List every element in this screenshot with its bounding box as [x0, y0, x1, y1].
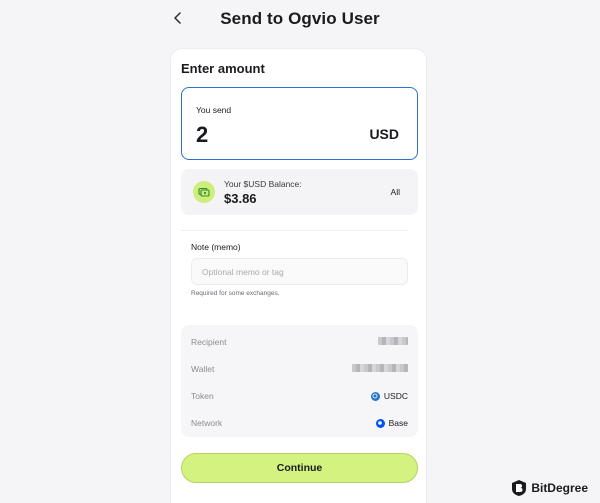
detail-row-network: Network Base [181, 414, 418, 434]
detail-row-token: Token USDC [181, 387, 418, 407]
balance-value: $3.86 [224, 191, 257, 206]
memo-input[interactable] [191, 258, 408, 285]
usdc-icon [370, 391, 380, 401]
continue-button[interactable]: Continue [181, 453, 418, 483]
memo-hint: Required for some exchanges. [191, 290, 280, 297]
detail-value: Base [375, 418, 408, 428]
section-title: Enter amount [181, 61, 265, 76]
detail-value: USDC [370, 391, 408, 401]
detail-label: Network [191, 418, 223, 428]
watermark-text: BitDegree [531, 481, 588, 495]
detail-row-recipient: Recipient [181, 333, 418, 353]
transfer-details: Recipient Wallet Token USDC Network Base [181, 325, 418, 437]
use-all-balance-button[interactable]: All [391, 187, 400, 197]
page-title: Send to Ogvio User [220, 9, 380, 28]
watermark: BitDegree [511, 479, 588, 497]
divider [181, 230, 408, 231]
detail-value [378, 337, 408, 345]
header: Send to Ogvio User [0, 0, 600, 40]
detail-label: Token [191, 391, 214, 401]
balance-panel: Your $USD Balance: $3.86 All [181, 169, 418, 215]
detail-row-wallet: Wallet [181, 360, 418, 380]
send-form-card: Enter amount You send 2 USD Your $USD Ba… [170, 48, 427, 503]
bitdegree-logo-icon [512, 480, 527, 496]
amount-label: You send [196, 105, 232, 115]
wallet-icon [193, 181, 215, 203]
memo-label: Note (memo) [191, 242, 241, 252]
network-value: Base [388, 418, 408, 428]
detail-label: Wallet [191, 364, 215, 374]
token-value: USDC [383, 391, 408, 401]
redacted-recipient [378, 337, 408, 345]
redacted-wallet [352, 364, 408, 372]
amount-currency: USD [369, 126, 399, 142]
base-network-icon [375, 418, 385, 428]
amount-value[interactable]: 2 [196, 122, 208, 148]
amount-input-box[interactable]: You send 2 USD [181, 87, 418, 160]
detail-value [352, 364, 408, 372]
balance-label: Your $USD Balance: [224, 179, 302, 189]
detail-label: Recipient [191, 337, 227, 347]
